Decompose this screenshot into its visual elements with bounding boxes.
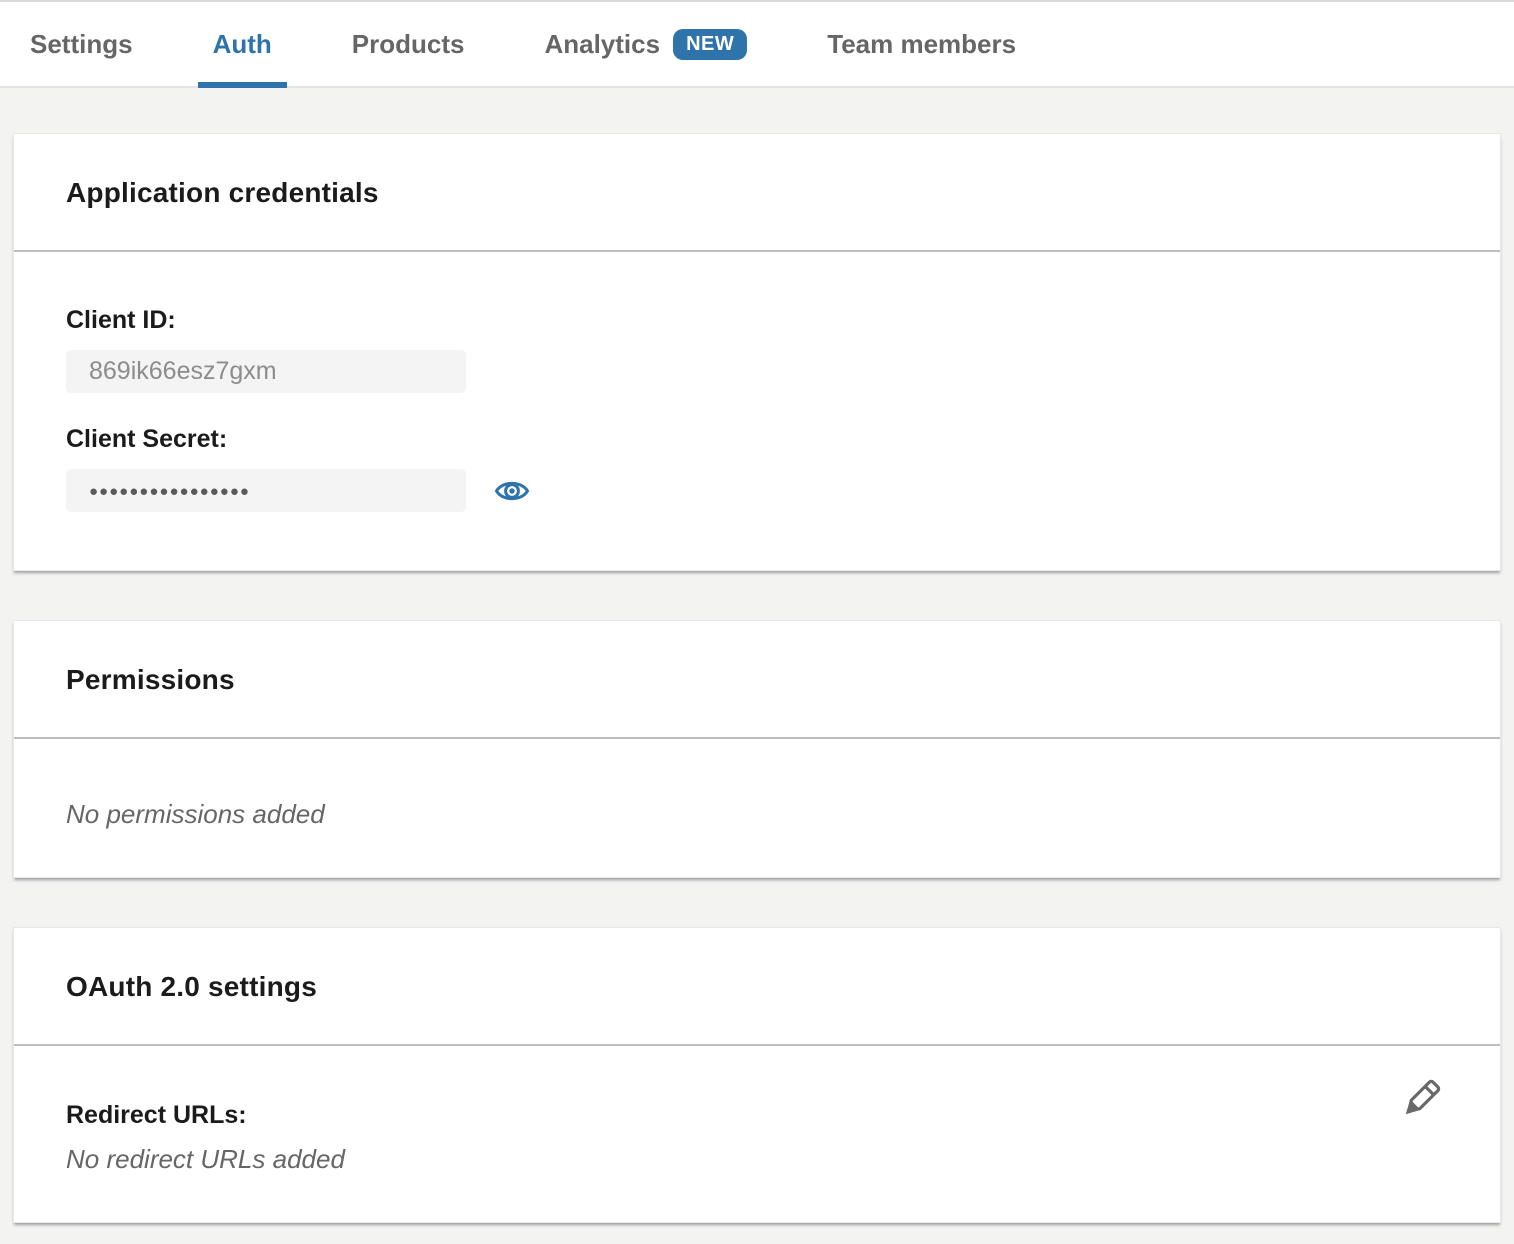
permissions-empty-text: No permissions added <box>66 799 1448 829</box>
client-id-value: 869ik66esz7gxm <box>89 357 277 386</box>
permissions-title: Permissions <box>66 663 1448 697</box>
tab-team-members[interactable]: Team members <box>812 2 1031 86</box>
application-credentials-body: Client ID: 869ik66esz7gxm Client Secret:… <box>14 252 1500 570</box>
tab-analytics-label: Analytics <box>544 29 660 60</box>
client-secret-label: Client Secret: <box>66 426 1448 452</box>
oauth-settings-card: OAuth 2.0 settings Redirect URLs: No red… <box>13 927 1501 1223</box>
client-secret-field[interactable]: ●●●●●●●●●●●●●●●● <box>66 469 466 512</box>
permissions-body: No permissions added <box>14 739 1500 877</box>
client-id-label: Client ID: <box>66 307 1448 333</box>
permissions-card: Permissions No permissions added <box>13 620 1501 878</box>
edit-redirect-urls-button[interactable] <box>1398 1074 1446 1122</box>
permissions-header: Permissions <box>14 621 1500 739</box>
tab-products[interactable]: Products <box>337 2 480 86</box>
oauth-settings-title: OAuth 2.0 settings <box>66 970 1448 1004</box>
client-secret-masked-value: ●●●●●●●●●●●●●●●● <box>89 482 250 499</box>
client-secret-row: ●●●●●●●●●●●●●●●● <box>66 469 1448 512</box>
auth-page: Application credentials Client ID: 869ik… <box>0 88 1514 1223</box>
tab-auth[interactable]: Auth <box>198 2 287 86</box>
tab-settings-label: Settings <box>30 29 133 60</box>
client-id-field[interactable]: 869ik66esz7gxm <box>66 350 466 393</box>
tab-analytics[interactable]: Analytics NEW <box>529 2 762 86</box>
tab-team-members-label: Team members <box>827 29 1016 60</box>
show-secret-button[interactable] <box>494 477 530 505</box>
tab-bar: Settings Auth Products Analytics NEW Tea… <box>0 0 1514 88</box>
redirect-urls-empty-text: No redirect URLs added <box>66 1144 1448 1174</box>
new-badge: NEW <box>673 29 747 60</box>
eye-icon <box>494 477 530 505</box>
pencil-icon <box>1398 1074 1446 1122</box>
application-credentials-title: Application credentials <box>66 176 1448 210</box>
tab-settings[interactable]: Settings <box>15 2 148 86</box>
application-credentials-card: Application credentials Client ID: 869ik… <box>13 133 1501 571</box>
oauth-settings-body: Redirect URLs: No redirect URLs added <box>14 1046 1500 1222</box>
oauth-settings-header: OAuth 2.0 settings <box>14 928 1500 1046</box>
tab-products-label: Products <box>352 29 465 60</box>
tab-auth-label: Auth <box>213 29 272 60</box>
application-credentials-header: Application credentials <box>14 134 1500 252</box>
redirect-urls-label: Redirect URLs: <box>66 1100 1448 1130</box>
